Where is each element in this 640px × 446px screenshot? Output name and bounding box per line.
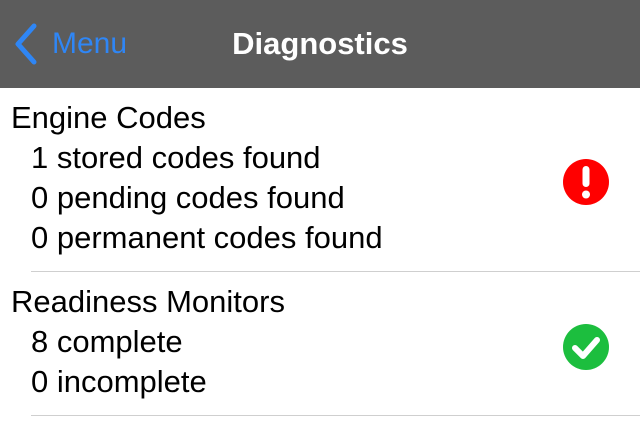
page-title-text: Diagnostics [232, 26, 408, 61]
navigation-bar: Menu Diagnostics [0, 0, 640, 88]
permanent-codes-text: 0 permanent codes found [31, 220, 383, 255]
engine-codes-section[interactable]: Engine Codes 1 stored codes found 0 pend… [0, 88, 640, 272]
engine-codes-title: Engine Codes [11, 100, 206, 135]
error-icon [563, 159, 609, 205]
back-button-label: Menu [52, 27, 128, 60]
back-button[interactable]: Menu [12, 22, 127, 66]
readiness-monitors-title: Readiness Monitors [11, 284, 285, 319]
check-circle-icon [563, 324, 609, 370]
complete-monitors-text: 8 complete [31, 324, 183, 359]
chevron-left-icon [15, 23, 37, 65]
pending-codes-text: 0 pending codes found [31, 180, 345, 215]
incomplete-monitors-text: 0 incomplete [31, 364, 207, 399]
stored-codes-text: 1 stored codes found [31, 140, 321, 175]
readiness-monitors-divider [31, 415, 640, 416]
readiness-monitors-section[interactable]: Readiness Monitors 8 complete 0 incomple… [0, 272, 640, 416]
